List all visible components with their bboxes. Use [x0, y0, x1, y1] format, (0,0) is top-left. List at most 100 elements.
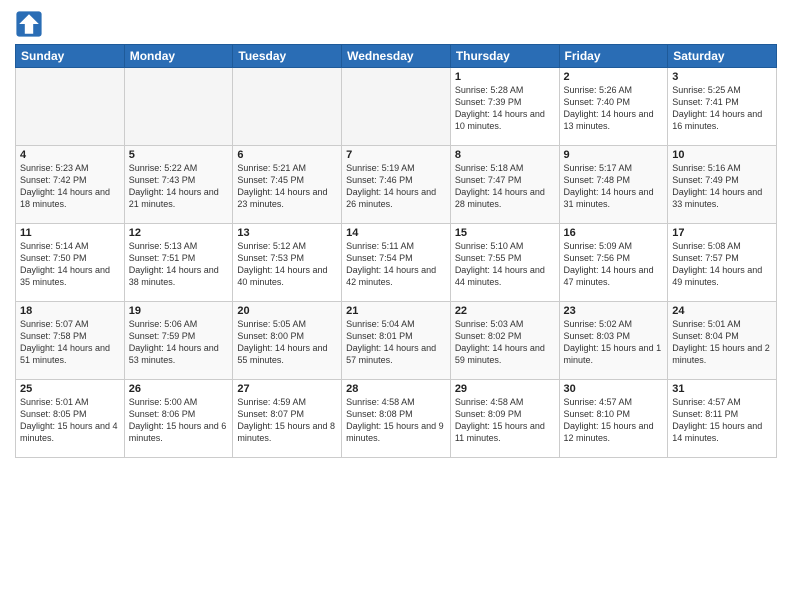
day-info: Sunrise: 4:59 AMSunset: 8:07 PMDaylight:…	[237, 397, 335, 443]
day-number: 6	[237, 149, 337, 161]
day-info: Sunrise: 5:23 AMSunset: 7:42 PMDaylight:…	[20, 163, 110, 209]
calendar-cell: 25 Sunrise: 5:01 AMSunset: 8:05 PMDaylig…	[16, 380, 125, 458]
day-number: 13	[237, 227, 337, 239]
calendar-cell: 21 Sunrise: 5:04 AMSunset: 8:01 PMDaylig…	[342, 302, 451, 380]
calendar-cell: 5 Sunrise: 5:22 AMSunset: 7:43 PMDayligh…	[124, 146, 233, 224]
day-info: Sunrise: 5:01 AMSunset: 8:05 PMDaylight:…	[20, 397, 118, 443]
calendar-cell: 9 Sunrise: 5:17 AMSunset: 7:48 PMDayligh…	[559, 146, 668, 224]
day-info: Sunrise: 5:10 AMSunset: 7:55 PMDaylight:…	[455, 241, 545, 287]
calendar-cell: 31 Sunrise: 4:57 AMSunset: 8:11 PMDaylig…	[668, 380, 777, 458]
day-info: Sunrise: 5:28 AMSunset: 7:39 PMDaylight:…	[455, 85, 545, 131]
day-info: Sunrise: 4:58 AMSunset: 8:09 PMDaylight:…	[455, 397, 545, 443]
day-info: Sunrise: 5:01 AMSunset: 8:04 PMDaylight:…	[672, 319, 770, 365]
day-info: Sunrise: 4:57 AMSunset: 8:11 PMDaylight:…	[672, 397, 762, 443]
calendar-cell: 24 Sunrise: 5:01 AMSunset: 8:04 PMDaylig…	[668, 302, 777, 380]
calendar-cell: 27 Sunrise: 4:59 AMSunset: 8:07 PMDaylig…	[233, 380, 342, 458]
day-header-monday: Monday	[124, 45, 233, 68]
day-number: 18	[20, 305, 120, 317]
day-number: 22	[455, 305, 555, 317]
calendar-cell: 26 Sunrise: 5:00 AMSunset: 8:06 PMDaylig…	[124, 380, 233, 458]
calendar-cell: 12 Sunrise: 5:13 AMSunset: 7:51 PMDaylig…	[124, 224, 233, 302]
calendar-cell	[342, 68, 451, 146]
day-header-tuesday: Tuesday	[233, 45, 342, 68]
day-number: 25	[20, 383, 120, 395]
calendar-cell: 7 Sunrise: 5:19 AMSunset: 7:46 PMDayligh…	[342, 146, 451, 224]
day-number: 5	[129, 149, 229, 161]
day-number: 12	[129, 227, 229, 239]
day-number: 28	[346, 383, 446, 395]
calendar-cell: 19 Sunrise: 5:06 AMSunset: 7:59 PMDaylig…	[124, 302, 233, 380]
calendar-cell: 11 Sunrise: 5:14 AMSunset: 7:50 PMDaylig…	[16, 224, 125, 302]
day-header-saturday: Saturday	[668, 45, 777, 68]
calendar-cell: 15 Sunrise: 5:10 AMSunset: 7:55 PMDaylig…	[450, 224, 559, 302]
day-info: Sunrise: 5:11 AMSunset: 7:54 PMDaylight:…	[346, 241, 436, 287]
day-number: 11	[20, 227, 120, 239]
day-number: 27	[237, 383, 337, 395]
day-info: Sunrise: 5:00 AMSunset: 8:06 PMDaylight:…	[129, 397, 227, 443]
calendar-cell: 18 Sunrise: 5:07 AMSunset: 7:58 PMDaylig…	[16, 302, 125, 380]
header	[15, 10, 777, 38]
day-number: 20	[237, 305, 337, 317]
day-header-thursday: Thursday	[450, 45, 559, 68]
day-info: Sunrise: 4:57 AMSunset: 8:10 PMDaylight:…	[564, 397, 654, 443]
day-header-friday: Friday	[559, 45, 668, 68]
day-header-wednesday: Wednesday	[342, 45, 451, 68]
calendar-cell: 1 Sunrise: 5:28 AMSunset: 7:39 PMDayligh…	[450, 68, 559, 146]
calendar-cell: 28 Sunrise: 4:58 AMSunset: 8:08 PMDaylig…	[342, 380, 451, 458]
day-number: 2	[564, 71, 664, 83]
day-info: Sunrise: 5:07 AMSunset: 7:58 PMDaylight:…	[20, 319, 110, 365]
day-info: Sunrise: 5:16 AMSunset: 7:49 PMDaylight:…	[672, 163, 762, 209]
calendar-cell: 14 Sunrise: 5:11 AMSunset: 7:54 PMDaylig…	[342, 224, 451, 302]
calendar-cell: 4 Sunrise: 5:23 AMSunset: 7:42 PMDayligh…	[16, 146, 125, 224]
day-info: Sunrise: 5:12 AMSunset: 7:53 PMDaylight:…	[237, 241, 327, 287]
day-number: 1	[455, 71, 555, 83]
calendar-cell: 13 Sunrise: 5:12 AMSunset: 7:53 PMDaylig…	[233, 224, 342, 302]
calendar-cell: 23 Sunrise: 5:02 AMSunset: 8:03 PMDaylig…	[559, 302, 668, 380]
calendar-cell: 30 Sunrise: 4:57 AMSunset: 8:10 PMDaylig…	[559, 380, 668, 458]
day-number: 10	[672, 149, 772, 161]
day-header-sunday: Sunday	[16, 45, 125, 68]
day-info: Sunrise: 4:58 AMSunset: 8:08 PMDaylight:…	[346, 397, 444, 443]
calendar-cell: 17 Sunrise: 5:08 AMSunset: 7:57 PMDaylig…	[668, 224, 777, 302]
day-info: Sunrise: 5:05 AMSunset: 8:00 PMDaylight:…	[237, 319, 327, 365]
day-info: Sunrise: 5:06 AMSunset: 7:59 PMDaylight:…	[129, 319, 219, 365]
logo-icon	[15, 10, 43, 38]
day-number: 4	[20, 149, 120, 161]
day-info: Sunrise: 5:21 AMSunset: 7:45 PMDaylight:…	[237, 163, 327, 209]
day-info: Sunrise: 5:04 AMSunset: 8:01 PMDaylight:…	[346, 319, 436, 365]
day-info: Sunrise: 5:14 AMSunset: 7:50 PMDaylight:…	[20, 241, 110, 287]
day-info: Sunrise: 5:17 AMSunset: 7:48 PMDaylight:…	[564, 163, 654, 209]
calendar-cell: 16 Sunrise: 5:09 AMSunset: 7:56 PMDaylig…	[559, 224, 668, 302]
day-number: 30	[564, 383, 664, 395]
day-info: Sunrise: 5:19 AMSunset: 7:46 PMDaylight:…	[346, 163, 436, 209]
calendar-cell	[16, 68, 125, 146]
calendar-cell: 22 Sunrise: 5:03 AMSunset: 8:02 PMDaylig…	[450, 302, 559, 380]
day-number: 19	[129, 305, 229, 317]
day-number: 17	[672, 227, 772, 239]
calendar-cell: 20 Sunrise: 5:05 AMSunset: 8:00 PMDaylig…	[233, 302, 342, 380]
day-number: 26	[129, 383, 229, 395]
page: SundayMondayTuesdayWednesdayThursdayFrid…	[0, 0, 792, 612]
day-info: Sunrise: 5:09 AMSunset: 7:56 PMDaylight:…	[564, 241, 654, 287]
day-number: 8	[455, 149, 555, 161]
day-number: 3	[672, 71, 772, 83]
day-number: 7	[346, 149, 446, 161]
day-number: 15	[455, 227, 555, 239]
calendar-cell: 10 Sunrise: 5:16 AMSunset: 7:49 PMDaylig…	[668, 146, 777, 224]
day-info: Sunrise: 5:08 AMSunset: 7:57 PMDaylight:…	[672, 241, 762, 287]
day-number: 21	[346, 305, 446, 317]
day-number: 14	[346, 227, 446, 239]
calendar: SundayMondayTuesdayWednesdayThursdayFrid…	[15, 44, 777, 458]
day-number: 31	[672, 383, 772, 395]
day-info: Sunrise: 5:26 AMSunset: 7:40 PMDaylight:…	[564, 85, 654, 131]
calendar-cell	[124, 68, 233, 146]
day-info: Sunrise: 5:03 AMSunset: 8:02 PMDaylight:…	[455, 319, 545, 365]
day-number: 9	[564, 149, 664, 161]
calendar-cell: 8 Sunrise: 5:18 AMSunset: 7:47 PMDayligh…	[450, 146, 559, 224]
day-info: Sunrise: 5:18 AMSunset: 7:47 PMDaylight:…	[455, 163, 545, 209]
calendar-cell: 3 Sunrise: 5:25 AMSunset: 7:41 PMDayligh…	[668, 68, 777, 146]
day-number: 29	[455, 383, 555, 395]
calendar-cell: 29 Sunrise: 4:58 AMSunset: 8:09 PMDaylig…	[450, 380, 559, 458]
day-number: 16	[564, 227, 664, 239]
day-info: Sunrise: 5:25 AMSunset: 7:41 PMDaylight:…	[672, 85, 762, 131]
